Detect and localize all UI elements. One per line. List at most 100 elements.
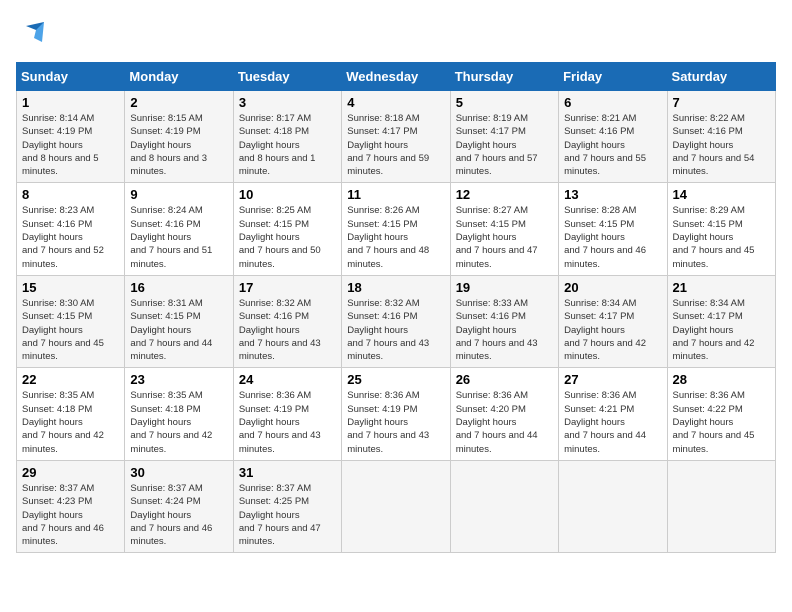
calendar-cell: 31Sunrise: 8:37 AMSunset: 4:25 PMDayligh… [233, 460, 341, 552]
day-number: 27 [564, 372, 661, 387]
sunset-text: Sunset: 4:19 PM [130, 126, 200, 137]
page-header [16, 16, 776, 52]
sunset-text: Sunset: 4:18 PM [239, 126, 309, 137]
day-number: 22 [22, 372, 119, 387]
day-detail: Sunrise: 8:23 AMSunset: 4:16 PMDaylight … [22, 204, 119, 270]
day-number: 21 [673, 280, 770, 295]
sunrise-text: Sunrise: 8:24 AM [130, 205, 202, 216]
daylight-label: Daylight hours [239, 510, 300, 521]
daylight-value: and 7 hours and 43 minutes. [239, 430, 321, 454]
sunrise-text: Sunrise: 8:34 AM [673, 298, 745, 309]
sunset-text: Sunset: 4:16 PM [673, 126, 743, 137]
column-header-sunday: Sunday [17, 63, 125, 91]
day-detail: Sunrise: 8:27 AMSunset: 4:15 PMDaylight … [456, 204, 553, 270]
sunset-text: Sunset: 4:19 PM [239, 404, 309, 415]
day-detail: Sunrise: 8:26 AMSunset: 4:15 PMDaylight … [347, 204, 444, 270]
column-header-tuesday: Tuesday [233, 63, 341, 91]
day-detail: Sunrise: 8:36 AMSunset: 4:20 PMDaylight … [456, 389, 553, 455]
day-number: 10 [239, 187, 336, 202]
calendar-week-row: 15Sunrise: 8:30 AMSunset: 4:15 PMDayligh… [17, 275, 776, 367]
daylight-value: and 7 hours and 47 minutes. [456, 245, 538, 269]
daylight-label: Daylight hours [22, 510, 83, 521]
calendar-cell [559, 460, 667, 552]
sunrise-text: Sunrise: 8:33 AM [456, 298, 528, 309]
sunset-text: Sunset: 4:20 PM [456, 404, 526, 415]
day-detail: Sunrise: 8:22 AMSunset: 4:16 PMDaylight … [673, 112, 770, 178]
sunset-text: Sunset: 4:17 PM [673, 311, 743, 322]
sunset-text: Sunset: 4:15 PM [130, 311, 200, 322]
day-number: 14 [673, 187, 770, 202]
sunset-text: Sunset: 4:23 PM [22, 496, 92, 507]
calendar-cell: 25Sunrise: 8:36 AMSunset: 4:19 PMDayligh… [342, 368, 450, 460]
sunrise-text: Sunrise: 8:15 AM [130, 113, 202, 124]
calendar-cell: 15Sunrise: 8:30 AMSunset: 4:15 PMDayligh… [17, 275, 125, 367]
day-number: 2 [130, 95, 227, 110]
daylight-label: Daylight hours [130, 140, 191, 151]
daylight-label: Daylight hours [456, 417, 517, 428]
day-detail: Sunrise: 8:37 AMSunset: 4:24 PMDaylight … [130, 482, 227, 548]
calendar-cell: 8 Sunrise: 8:23 AMSunset: 4:16 PMDaylight… [17, 183, 125, 275]
sunrise-text: Sunrise: 8:34 AM [564, 298, 636, 309]
sunrise-text: Sunrise: 8:28 AM [564, 205, 636, 216]
daylight-value: and 7 hours and 42 minutes. [673, 338, 755, 362]
calendar-cell: 29Sunrise: 8:37 AMSunset: 4:23 PMDayligh… [17, 460, 125, 552]
daylight-value: and 7 hours and 42 minutes. [564, 338, 646, 362]
day-number: 9 [130, 187, 227, 202]
day-detail: Sunrise: 8:17 AMSunset: 4:18 PMDaylight … [239, 112, 336, 178]
daylight-value: and 7 hours and 57 minutes. [456, 153, 538, 177]
day-number: 3 [239, 95, 336, 110]
day-detail: Sunrise: 8:15 AM Sunset: 4:19 PM Daylight … [130, 112, 227, 178]
calendar-cell: 10Sunrise: 8:25 AMSunset: 4:15 PMDayligh… [233, 183, 341, 275]
day-number: 20 [564, 280, 661, 295]
day-detail: Sunrise: 8:37 AMSunset: 4:25 PMDaylight … [239, 482, 336, 548]
calendar-cell [342, 460, 450, 552]
daylight-value: and 7 hours and 46 minutes. [130, 523, 212, 547]
sunset-text: Sunset: 4:15 PM [456, 219, 526, 230]
sunrise-text: Sunrise: 8:23 AM [22, 205, 94, 216]
calendar-cell: 20Sunrise: 8:34 AMSunset: 4:17 PMDayligh… [559, 275, 667, 367]
column-header-wednesday: Wednesday [342, 63, 450, 91]
calendar-cell: 4Sunrise: 8:18 AMSunset: 4:17 PMDaylight… [342, 91, 450, 183]
sunset-text: Sunset: 4:24 PM [130, 496, 200, 507]
daylight-value: and 7 hours and 52 minutes. [22, 245, 104, 269]
daylight-value: and 7 hours and 47 minutes. [239, 523, 321, 547]
daylight-label: Daylight hours [22, 232, 83, 243]
sunset-text: Sunset: 4:21 PM [564, 404, 634, 415]
sunrise-text: Sunrise: 8:17 AM [239, 113, 311, 124]
daylight-label: Daylight hours [347, 325, 408, 336]
day-number: 8 [22, 187, 119, 202]
daylight-label: Daylight hours [130, 325, 191, 336]
logo-icon [16, 16, 52, 52]
sunset-text: Sunset: 4:17 PM [456, 126, 526, 137]
daylight-label: Daylight hours [22, 140, 83, 151]
daylight-label: Daylight hours [347, 140, 408, 151]
day-number: 5 [456, 95, 553, 110]
day-number: 6 [564, 95, 661, 110]
day-detail: Sunrise: 8:36 AMSunset: 4:21 PMDaylight … [564, 389, 661, 455]
sunrise-text: Sunrise: 8:35 AM [22, 390, 94, 401]
sunset-text: Sunset: 4:18 PM [22, 404, 92, 415]
day-number: 4 [347, 95, 444, 110]
sunset-text: Sunset: 4:16 PM [564, 126, 634, 137]
calendar-cell: 2 Sunrise: 8:15 AM Sunset: 4:19 PM Daylight… [125, 91, 233, 183]
sunset-text: Sunset: 4:19 PM [347, 404, 417, 415]
calendar-cell: 24Sunrise: 8:36 AMSunset: 4:19 PMDayligh… [233, 368, 341, 460]
column-header-monday: Monday [125, 63, 233, 91]
sunrise-text: Sunrise: 8:30 AM [22, 298, 94, 309]
sunrise-text: Sunrise: 8:35 AM [130, 390, 202, 401]
calendar-week-row: 1Sunrise: 8:14 AMSunset: 4:19 PMDaylight… [17, 91, 776, 183]
sunset-text: Sunset: 4:17 PM [564, 311, 634, 322]
calendar-cell: 12 Sunrise: 8:27 AMSunset: 4:15 PMDayligh… [450, 183, 558, 275]
daylight-value: and 7 hours and 43 minutes. [456, 338, 538, 362]
day-number: 17 [239, 280, 336, 295]
day-number: 1 [22, 95, 119, 110]
daylight-value: and 8 hours and 1 minute. [239, 153, 316, 177]
day-number: 12 [456, 187, 553, 202]
calendar-week-row: 8 Sunrise: 8:23 AMSunset: 4:16 PMDaylight… [17, 183, 776, 275]
column-header-friday: Friday [559, 63, 667, 91]
sunrise-text: Sunrise: 8:37 AM [239, 483, 311, 494]
day-detail: Sunrise: 8:35 AMSunset: 4:18 PMDaylight … [130, 389, 227, 455]
day-detail: Sunrise: 8:33 AMSunset: 4:16 PMDaylight … [456, 297, 553, 363]
sunrise-text: Sunrise: 8:36 AM [347, 390, 419, 401]
day-detail: Sunrise: 8:36 AMSunset: 4:22 PMDaylight … [673, 389, 770, 455]
